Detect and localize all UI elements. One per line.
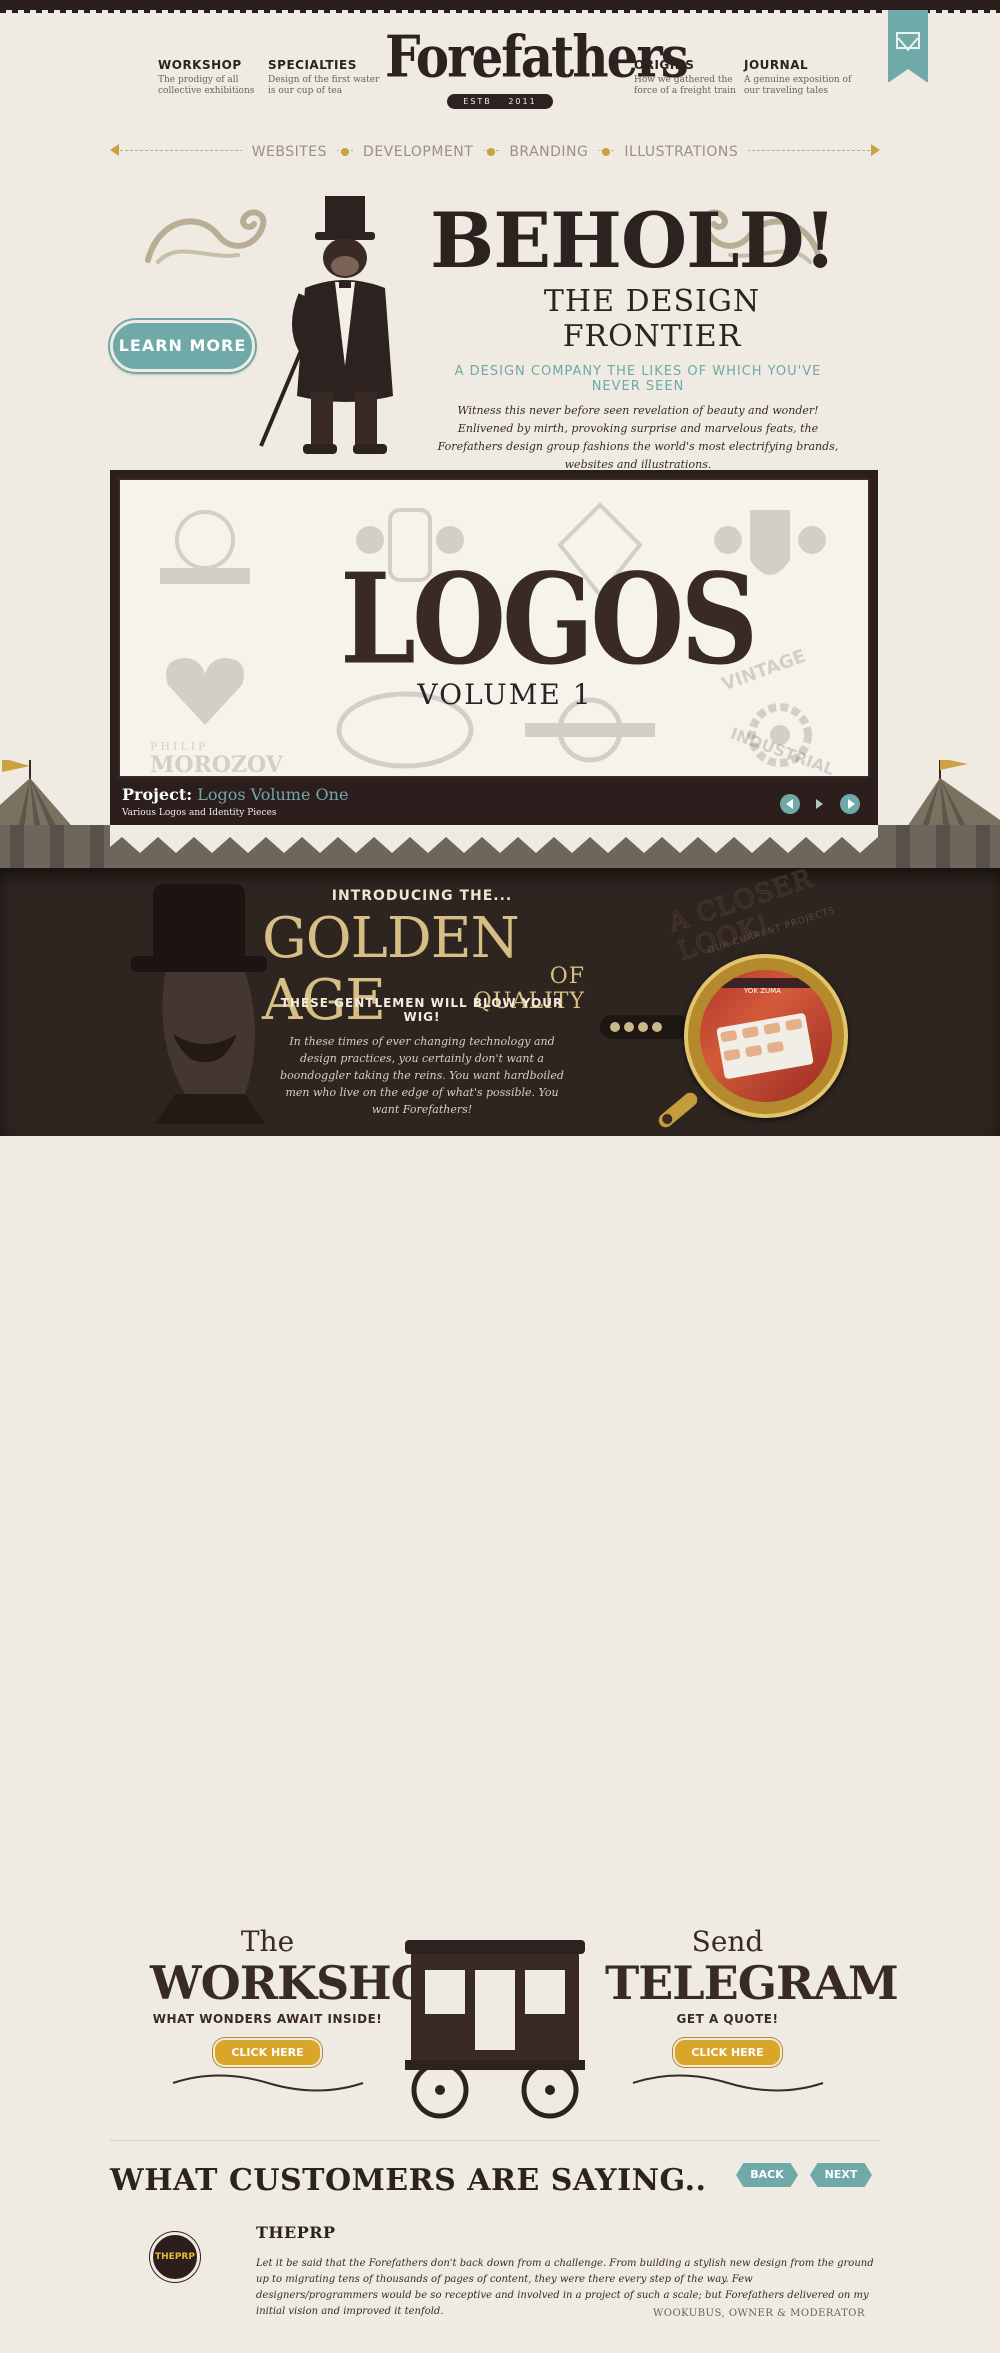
- gentleman-portrait-illustration: [115, 884, 275, 1124]
- next-arrow-icon[interactable]: [840, 793, 860, 814]
- prev-arrow-icon[interactable]: [779, 793, 800, 814]
- subnav-dot: [341, 147, 350, 156]
- subnav-development[interactable]: DEVELOPMENT: [353, 144, 484, 160]
- envelope-icon: [896, 32, 920, 49]
- nav-workshop[interactable]: WORKSHOP The prodigy of all collective e…: [158, 58, 278, 97]
- hero-subheadline: THE DESIGN FRONTIER: [543, 284, 761, 354]
- brand-year: 2011: [508, 97, 537, 106]
- slider-controls: [772, 793, 860, 814]
- cta-row: The WORKSHOP WHAT WONDERS AWAIT INSIDE! …: [150, 1925, 899, 2125]
- workshop-cta: The WORKSHOP WHAT WONDERS AWAIT INSIDE! …: [150, 1925, 464, 2097]
- project-label: Project:: [122, 785, 193, 804]
- nav-workshop-desc: The prodigy of all collective exhibition…: [158, 75, 255, 96]
- top-hat-ape-illustration: [253, 196, 413, 458]
- golden-intro: INTRODUCING THE...: [331, 888, 513, 904]
- brand-name: Forefathers: [385, 22, 689, 91]
- nav-journal-title: JOURNAL: [744, 58, 809, 72]
- testimonial-next-button[interactable]: NEXT: [810, 2163, 872, 2187]
- golden-body: In these times of ever changing technolo…: [280, 1035, 564, 1116]
- pager-dot[interactable]: [652, 1022, 662, 1032]
- nav-journal-desc: A genuine exposition of our traveling ta…: [744, 75, 852, 96]
- ghost-morozov-text: MOROZOV: [150, 752, 283, 778]
- top-strip: [0, 0, 1000, 13]
- telegram-click-button[interactable]: CLICK HERE: [673, 2038, 782, 2067]
- subnav-dot: [487, 147, 496, 156]
- project-preview-image: YOK ZUMA: [700, 970, 832, 1102]
- nav-specialties-title: SPECIALTIES: [268, 58, 357, 72]
- hero-body: Witness this never before seen revelatio…: [437, 404, 839, 471]
- hero-copy: BEHOLD! THE DESIGN FRONTIER A DESIGN COM…: [428, 200, 848, 474]
- carriage-illustration: [395, 1930, 595, 2120]
- project-description: Various Logos and Identity Pieces: [122, 808, 277, 818]
- testimonials-title: WHAT CUSTOMERS ARE SAYING..: [110, 2163, 707, 2198]
- nav-specialties-desc: Design of the first water is our cup of …: [268, 75, 380, 96]
- play-icon[interactable]: [813, 794, 827, 814]
- workshop-click-button[interactable]: CLICK HERE: [213, 2038, 322, 2067]
- nav-specialties[interactable]: SPECIALTIES Design of the first water is…: [268, 58, 388, 97]
- workshop-small-text: The: [240, 1925, 295, 1958]
- hero-tagline: A DESIGN COMPANY THE LIKES OF WHICH YOU'…: [454, 364, 822, 394]
- brand-estb: ESTB: [463, 97, 492, 106]
- sub-navigation: WEBSITES DEVELOPMENT BRANDING ILLUSTRATIONS: [110, 141, 880, 161]
- workshop-flourish: [172, 2074, 363, 2092]
- pager-dot[interactable]: [638, 1022, 648, 1032]
- contact-ribbon[interactable]: [888, 10, 928, 83]
- slide-image[interactable]: PHILIP MOROZOV VINTAGE INDUSTRIAL LOGOS …: [118, 478, 870, 778]
- project-slider: PHILIP MOROZOV VINTAGE INDUSTRIAL LOGOS …: [110, 470, 878, 832]
- customer-name: THEPRP: [256, 2223, 336, 2242]
- slide-caption: Project: Logos Volume One Various Logos …: [122, 785, 348, 818]
- learn-more-button[interactable]: LEARN MORE: [110, 320, 255, 372]
- project-name[interactable]: Logos Volume One: [197, 785, 348, 804]
- pager-dot[interactable]: [610, 1022, 620, 1032]
- customer-avatar: THEPRP: [150, 2232, 200, 2282]
- project-pager: [600, 1015, 690, 1039]
- ghost-badge-logo: [150, 500, 260, 614]
- telegram-cta: Send TELEGRAM GET A QUOTE! CLICK HERE: [605, 1925, 899, 2097]
- sushi-plate: [716, 1012, 814, 1080]
- slide-subtitle: VOLUME 1: [417, 678, 593, 711]
- nav-workshop-title: WORKSHOP: [158, 58, 242, 72]
- telegram-title: TELEGRAM: [605, 1956, 899, 2010]
- mirror-handle: [655, 1089, 701, 1131]
- pager-dot[interactable]: [624, 1022, 634, 1032]
- preview-site-name: YOK ZUMA: [744, 987, 781, 995]
- subnav-dot: [602, 147, 611, 156]
- testimonial-back-button[interactable]: BACK: [736, 2163, 798, 2187]
- slide-title: LOGOS: [340, 547, 758, 693]
- golden-tagline: THESE GENTLEMEN WILL BLOW YOUR WIG!: [280, 996, 564, 1024]
- project-preview-mirror[interactable]: YOK ZUMA: [684, 954, 848, 1118]
- workshop-tagline: WHAT WONDERS AWAIT INSIDE!: [152, 2012, 383, 2026]
- section-divider: [110, 2140, 880, 2141]
- brand-logo[interactable]: Forefathers ESTB 2011: [385, 23, 689, 128]
- preview-header-bar: YOK ZUMA: [700, 978, 832, 995]
- telegram-small-text: Send: [691, 1925, 764, 1958]
- telegram-tagline: GET A QUOTE!: [676, 2012, 779, 2026]
- subnav-websites[interactable]: WEBSITES: [241, 144, 338, 160]
- nav-journal[interactable]: JOURNAL A genuine exposition of our trav…: [744, 58, 864, 97]
- brand-estb-badge: ESTB 2011: [447, 94, 553, 109]
- hero-headline: BEHOLD!: [430, 196, 837, 285]
- subnav-branding[interactable]: BRANDING: [499, 144, 599, 160]
- golden-age-section: INTRODUCING THE... GOLDEN AGE OF QUALITY…: [0, 864, 1000, 1136]
- subnav-illustrations[interactable]: ILLUSTRATIONS: [614, 144, 749, 160]
- testimonial-author: WOOKUBUS, OWNER & MODERATOR: [652, 2308, 865, 2319]
- telegram-flourish: [632, 2074, 823, 2092]
- workshop-title: WORKSHOP: [150, 1956, 464, 2010]
- ghost-heart-logo: [160, 650, 250, 734]
